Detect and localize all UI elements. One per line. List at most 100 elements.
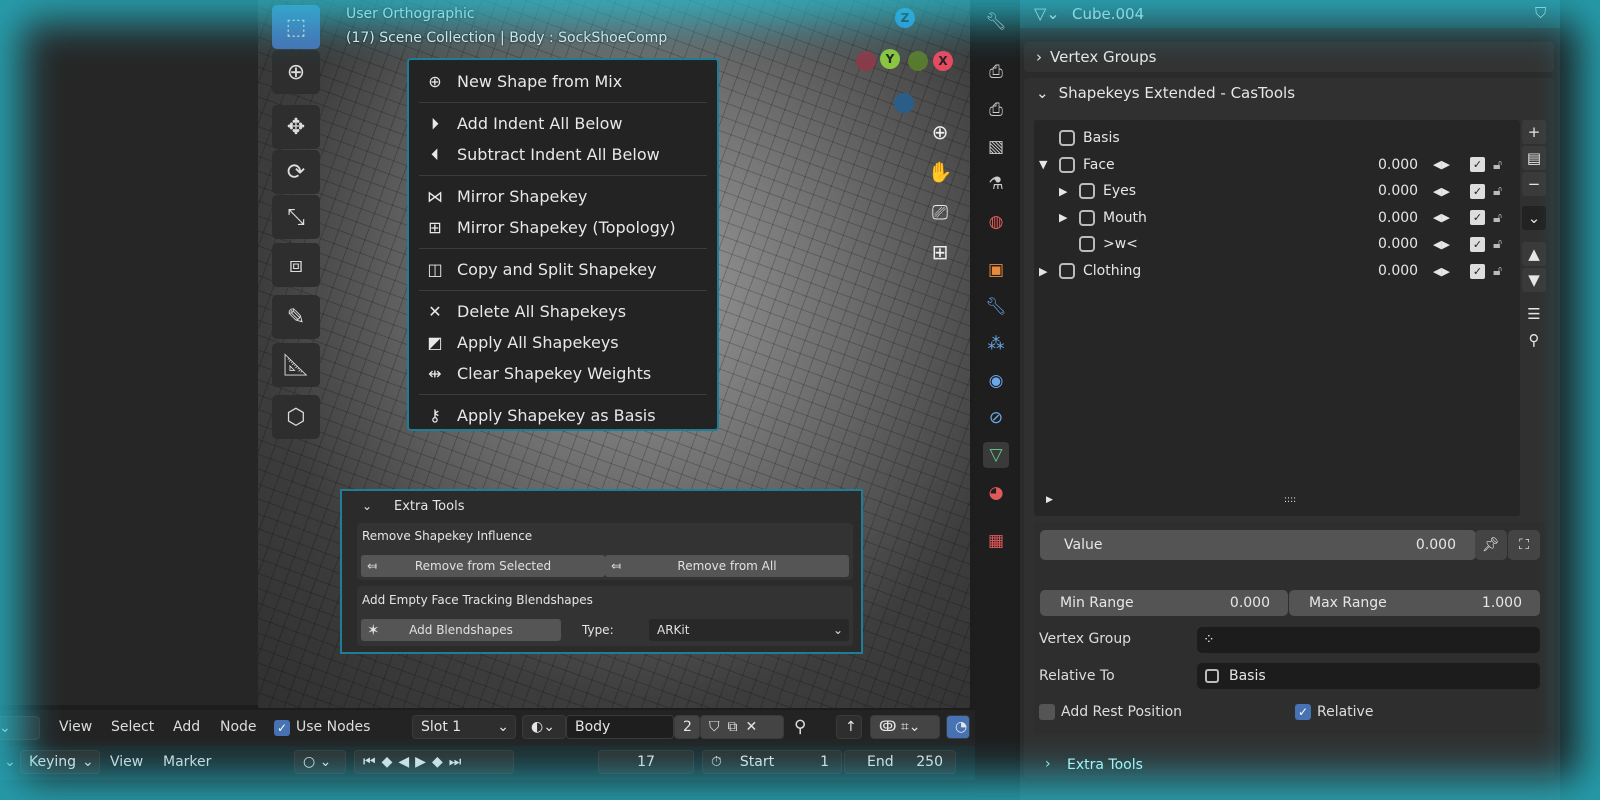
menu-item[interactable]: ⋈ Mirror Shapekey [409, 181, 717, 212]
expand-right-icon[interactable]: ▶ [1039, 265, 1047, 278]
shapekey-row[interactable]: ▶ Mouth 0.000 ◀▶ ✓ 🔓︎ [1035, 205, 1520, 231]
extra-tools-panel-header[interactable]: Extra Tools [1067, 757, 1143, 773]
vertex-group-field[interactable]: ⁘ [1197, 627, 1540, 653]
add-shapekey-button[interactable]: + [1522, 120, 1546, 144]
add-cube-icon[interactable]: ⬡ [272, 395, 320, 439]
remove-from-all-button[interactable]: ⤆ Remove from All [605, 555, 849, 577]
editor-type-dropdown[interactable]: ⌄ [0, 716, 40, 740]
menu-view[interactable]: View [110, 754, 143, 770]
modifier-icon[interactable]: 🔧︎ [983, 294, 1009, 320]
menu-item[interactable]: ⊕ New Shape from Mix [409, 66, 717, 97]
chevron-down-icon[interactable]: ⌄ [4, 754, 16, 770]
menu-view[interactable]: View [59, 719, 92, 735]
mute-checkbox[interactable]: ✓ [1470, 210, 1485, 226]
shapekey-row[interactable]: Basis [1035, 125, 1520, 151]
add-rest-position-checkbox[interactable] [1039, 704, 1055, 720]
material-browse-icon[interactable]: ◐⌄ [522, 715, 566, 739]
menu-item[interactable]: ⏴ Subtract Indent All Below [409, 139, 717, 170]
unlock-icon[interactable]: 🔓︎ [1493, 183, 1502, 199]
gizmo-x[interactable]: X [933, 51, 953, 71]
object-icon[interactable]: ▣ [983, 257, 1009, 283]
vertex-groups-panel-header[interactable]: › Vertex Groups [1024, 42, 1554, 72]
edit-mode-cage-icon[interactable]: ⛶ [1508, 530, 1540, 560]
unlock-icon[interactable]: 🔓︎ [1493, 263, 1502, 279]
shapekey-value[interactable]: 0.000 [1378, 210, 1418, 226]
copy-icon[interactable]: ⧉ [728, 719, 746, 735]
shapekey-value[interactable]: 0.000 [1378, 157, 1418, 173]
close-icon[interactable]: ✕ [746, 719, 766, 735]
add-blendshapes-button[interactable]: ✶ Add Blendshapes [361, 619, 561, 641]
menu-item[interactable]: ⇹ Clear Shapekey Weights [409, 358, 717, 389]
measure-icon[interactable]: 📐︎ [272, 343, 320, 387]
value-slider[interactable]: Value 0.000 [1040, 530, 1476, 560]
shapekeys-panel-header[interactable]: ⌄ Shapekeys Extended - CasTools [1036, 84, 1295, 102]
chevron-right-icon[interactable]: › [1045, 756, 1051, 772]
mute-checkbox[interactable]: ✓ [1470, 157, 1485, 173]
relative-to-field[interactable]: Basis [1197, 663, 1540, 689]
jump-end-icon[interactable]: ⏭ [449, 754, 468, 770]
stepper-arrows-icon[interactable]: ◀▶ [1433, 265, 1450, 278]
remove-from-selected-button[interactable]: ⤆ Remove from Selected [361, 555, 605, 577]
current-frame-field[interactable]: 17 [598, 750, 694, 774]
gizmo-z[interactable]: Z [895, 8, 915, 28]
shapekey-row[interactable]: >w< 0.000 ◀▶ ✓ 🔓︎ [1035, 231, 1520, 257]
type-dropdown[interactable]: ARKit ⌄ [649, 619, 849, 641]
physics-icon[interactable]: ◉ [983, 368, 1009, 394]
mute-checkbox[interactable]: ✓ [1470, 263, 1485, 279]
mute-checkbox[interactable]: ✓ [1470, 183, 1485, 199]
shield-icon[interactable]: ⛉ [709, 719, 728, 735]
auto-keying-toggle[interactable]: ○ ⌄ [294, 750, 346, 774]
gizmo-neg-z[interactable] [894, 93, 914, 113]
shapekey-value[interactable]: 0.000 [1378, 236, 1418, 252]
menu-item[interactable]: ◩ Apply All Shapekeys [409, 327, 717, 358]
move-icon[interactable]: ✥ [272, 105, 320, 149]
material-name-field[interactable]: Body [566, 715, 674, 739]
filter-toggle-icon[interactable]: ▶ [1046, 495, 1053, 505]
expand-right-icon[interactable]: ▶ [1059, 185, 1067, 198]
stepper-arrows-icon[interactable]: ◀▶ [1433, 238, 1450, 251]
chevron-down-icon[interactable]: ⌄ [362, 499, 372, 513]
move-up-button[interactable]: ▲ [1522, 242, 1546, 266]
min-range-field[interactable]: Min Range 0.000 [1040, 590, 1288, 616]
shapekey-row[interactable]: ▶ Clothing 0.000 ◀▶ ✓ 🔓︎ [1035, 258, 1520, 284]
texture-icon[interactable]: ▦ [983, 528, 1009, 554]
material-actions[interactable]: ⛉ ⧉ ✕ [700, 715, 784, 739]
shapekey-row[interactable]: ▼ Face 0.000 ◀▶ ✓ 🔓︎ [1035, 152, 1520, 178]
stepper-arrows-icon[interactable]: ◀▶ [1433, 185, 1450, 198]
stepper-arrows-icon[interactable]: ◀▶ [1433, 158, 1450, 171]
menu-item[interactable]: ✕ Delete All Shapekeys [409, 296, 717, 327]
material-icon[interactable]: ◕ [983, 480, 1009, 506]
cursor-icon[interactable]: ⊕ [272, 50, 320, 94]
menu-item[interactable]: ◫ Copy and Split Shapekey [409, 254, 717, 285]
constraints-icon[interactable]: ⊘ [983, 405, 1009, 431]
play-icon[interactable]: ▶ [415, 754, 432, 770]
play-reverse-icon[interactable]: ◀ [398, 754, 415, 770]
annotate-icon[interactable]: ✎ [272, 295, 320, 339]
gizmo-neg-y[interactable] [908, 51, 928, 71]
material-users-count[interactable]: 2 [674, 715, 700, 739]
zoom-icon[interactable]: ⊕ [926, 118, 954, 146]
hand-pan-icon[interactable]: ✋ [926, 158, 954, 186]
pin-icon[interactable]: ⚲ [794, 717, 806, 737]
unlock-icon[interactable]: 🔓︎ [1493, 210, 1502, 226]
menu-add[interactable]: Add [173, 719, 200, 735]
playback-controls[interactable]: ⏮ ◆ ◀ ▶ ◆ ⏭ [354, 750, 514, 774]
start-frame-field[interactable]: ⏱ Start 1 [702, 750, 842, 774]
menu-item[interactable]: ⏵ Add Indent All Below [409, 108, 717, 139]
select-box-icon[interactable]: ⬚ [272, 5, 320, 49]
grid-view-icon[interactable]: ⊞ [926, 238, 954, 266]
camera-icon[interactable]: ⎚ [926, 198, 954, 226]
fake-user-shield-icon[interactable]: ⛉ [1535, 4, 1546, 22]
use-nodes-checkbox[interactable]: ✓ [274, 720, 290, 736]
world-icon[interactable]: ◍ [983, 209, 1009, 235]
expand-down-icon[interactable]: ▼ [1039, 158, 1047, 171]
shapekey-value[interactable]: 0.000 [1378, 183, 1418, 199]
unlock-icon[interactable]: 🔓︎ [1493, 236, 1502, 252]
relative-checkbox[interactable]: ✓ [1295, 704, 1311, 720]
menu-marker[interactable]: Marker [163, 754, 211, 770]
mesh-data-icon[interactable]: ▽⌄ [1034, 4, 1060, 23]
max-range-field[interactable]: Max Range 1.000 [1289, 590, 1540, 616]
menu-item[interactable]: ⚷ Apply Shapekey as Basis [409, 400, 717, 431]
pin-icon[interactable]: 📌︎ [1475, 530, 1507, 560]
object-name-field[interactable]: Cube.004 [1072, 5, 1144, 23]
